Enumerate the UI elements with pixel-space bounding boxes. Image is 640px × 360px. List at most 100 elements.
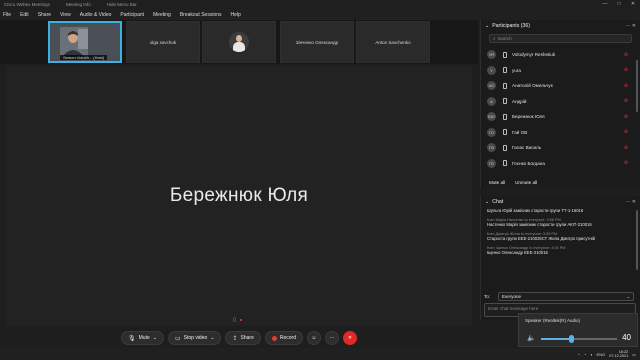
chat-messages: Шульга Юрій замісник старости групи ТТ-1… xyxy=(481,208,640,255)
menu-meeting[interactable]: Meeting xyxy=(153,12,171,18)
muted-mic-icon[interactable]: ⊘ xyxy=(624,83,628,89)
chat-message-text: Староста групи ЕЕЕ-210025СТ Жила Дмитро … xyxy=(487,236,595,241)
phone-icon xyxy=(503,160,507,167)
menu-view[interactable]: View xyxy=(60,12,71,18)
title-tab-meeting-info[interactable]: Meeting Info xyxy=(60,2,101,7)
participant-name: Volodymyr Reshetiuk xyxy=(512,52,556,58)
reactions-button[interactable]: ☺ xyxy=(306,331,321,345)
participants-scrollbar[interactable] xyxy=(636,60,638,112)
avatar: ГО xyxy=(487,127,496,137)
screen-icon: ▯ xyxy=(233,317,236,323)
muted-mic-icon[interactable]: ⊘ xyxy=(624,98,628,104)
participant-thumbnail[interactable]: Зінченко Олександр xyxy=(280,21,354,63)
close-icon[interactable]: ✕ xyxy=(626,0,640,9)
chat-message: Шульга Юрій замісник старости групи ТТ-1… xyxy=(487,208,634,213)
record-button[interactable]: Record xyxy=(264,331,303,345)
muted-mic-icon[interactable]: ⊘ xyxy=(624,67,628,73)
clock[interactable]: 16:22 07.12.2021 xyxy=(609,350,628,359)
audio-device-label[interactable]: Speaker (Realtek(R) Audio) xyxy=(525,318,580,323)
muted-mic-icon[interactable]: ⊘ xyxy=(624,129,628,135)
meeting-controls: 🎙 Mute ⌄ ▭ Stop video ⌄ ⇪ Share Record ☺… xyxy=(0,328,478,348)
menu-audio-video[interactable]: Audio & Video xyxy=(80,12,112,18)
clock-date: 07.12.2021 xyxy=(609,354,629,358)
mute-label: Mute xyxy=(138,335,150,341)
chevron-down-icon[interactable]: ⌄ xyxy=(485,23,489,29)
minimize-icon[interactable]: — xyxy=(598,0,612,9)
speaker-tray-icon[interactable]: ◖ xyxy=(590,352,592,357)
mute-all-button[interactable]: Mute all xyxy=(489,180,505,185)
participants-search-input[interactable]: ⌕ Search xyxy=(489,34,632,43)
chat-header[interactable]: ⌄ Chat ⋯ ✕ xyxy=(481,196,640,208)
mute-button[interactable]: 🎙 Mute ⌄ xyxy=(121,331,164,345)
participant-name: Андрій xyxy=(512,98,527,104)
avatar: VR xyxy=(487,50,496,60)
participant-name: Анатолій Омельчук xyxy=(512,83,553,89)
title-tab-app[interactable]: Cisco Webex Meetings xyxy=(0,2,60,7)
emoji-icon: ☺ xyxy=(311,335,317,341)
phone-icon xyxy=(503,129,507,136)
menu-edit[interactable]: Edit xyxy=(20,12,29,18)
chat-message: from Дмитро Жила to everyone: 3:59 PM Ст… xyxy=(487,232,634,241)
chevron-down-icon[interactable]: ⌄ xyxy=(210,335,214,341)
menu-breakout[interactable]: Breakout Sessions xyxy=(180,12,222,18)
chevron-down-icon: ⌄ xyxy=(626,293,631,299)
list-item[interactable]: БЮ Бережнюк Юля ⊘ xyxy=(487,109,640,125)
participant-thumbnail-name: Зінченко Олександр xyxy=(295,39,339,45)
chat-message-text: Настенко Марія заміснмк старости групи А… xyxy=(487,222,592,227)
list-item[interactable]: ГО Гай ОВ ⊘ xyxy=(487,125,640,141)
list-item[interactable]: АО Анатолій Омельчук ⊘ xyxy=(487,78,640,94)
list-item[interactable]: VR Volodymyr Reshetiuk ⊘ xyxy=(487,47,640,63)
menu-help[interactable]: Help xyxy=(231,12,241,18)
panel-controls[interactable]: ⋯ ✕ xyxy=(625,23,636,29)
self-video-thumbnail[interactable]: Semen Volosh... (Host) xyxy=(48,21,122,63)
chat-recipient-value: Everyone xyxy=(502,293,522,299)
end-meeting-button[interactable]: ✕ xyxy=(342,331,357,345)
list-item[interactable]: ГВ Галас Василь ⊘ xyxy=(487,140,640,156)
volume-slider[interactable] xyxy=(541,335,617,343)
window-controls: — □ ✕ xyxy=(598,0,640,9)
participant-thumbnail[interactable]: olga savchuk xyxy=(126,21,200,63)
muted-mic-icon[interactable]: ⊘ xyxy=(624,160,628,166)
chat-scrollbar[interactable] xyxy=(636,210,638,270)
avatar: ГБ xyxy=(487,158,496,168)
avatar: АО xyxy=(487,81,496,91)
participants-header[interactable]: ⌄ Participants (36) ⋯ ✕ xyxy=(481,20,640,32)
self-name-label: Semen Volosh... (Host) xyxy=(60,55,108,60)
muted-mic-icon[interactable]: ⊘ xyxy=(624,114,628,120)
avatar: А xyxy=(487,96,496,106)
list-item[interactable]: Y yura ⊘ xyxy=(487,63,640,79)
notifications-icon[interactable]: ▭ xyxy=(632,352,636,357)
chevron-down-icon[interactable]: ⌄ xyxy=(153,335,157,341)
phone-icon xyxy=(503,82,507,89)
more-options-button[interactable]: ⋯ xyxy=(324,331,339,345)
list-item[interactable]: А Андрій ⊘ xyxy=(487,94,640,110)
language-indicator[interactable]: ENG xyxy=(597,352,606,357)
maximize-icon[interactable]: □ xyxy=(612,0,626,9)
menu-share[interactable]: Share xyxy=(38,12,51,18)
microphone-icon: 🎙 xyxy=(128,335,136,342)
camera-icon: ▭ xyxy=(174,335,181,342)
share-button[interactable]: ⇪ Share xyxy=(225,331,261,345)
chat-input-placeholder: Enter chat message here xyxy=(488,306,539,311)
title-tab-hide-menu[interactable]: Hide Menu Bar xyxy=(101,2,147,7)
chevron-up-icon[interactable]: ^ xyxy=(578,352,580,357)
muted-mic-icon[interactable]: ⊘ xyxy=(624,52,628,58)
network-icon[interactable]: ◔ xyxy=(584,352,586,357)
menu-file[interactable]: File xyxy=(3,12,11,18)
unmute-all-button[interactable]: Unmute all xyxy=(515,180,537,185)
windows-taskbar: ^ ◔ ◖ ENG 16:22 07.12.2021 ▭ xyxy=(0,348,640,360)
chevron-down-icon[interactable]: ⌄ xyxy=(485,199,489,205)
participant-thumbnail[interactable] xyxy=(202,21,276,63)
chat-to-label: To: xyxy=(484,293,491,299)
panel-controls[interactable]: ⋯ ✕ xyxy=(625,199,636,205)
volume-slider-thumb[interactable] xyxy=(569,335,575,343)
participant-thumbnail[interactable]: Anton Savchenko xyxy=(356,21,430,63)
chat-recipient-select[interactable]: Everyone ⌄ xyxy=(498,291,635,301)
participant-name: Гай ОВ xyxy=(512,129,528,135)
stop-video-button[interactable]: ▭ Stop video ⌄ xyxy=(167,331,222,345)
list-item[interactable]: ГБ Гоєнко Богдана ⊘ xyxy=(487,156,640,172)
speaker-icon[interactable]: 🔈 xyxy=(527,334,536,342)
participants-list: VR Volodymyr Reshetiuk ⊘ Y yura ⊘ АО Ана… xyxy=(481,47,640,171)
menu-participant[interactable]: Participant xyxy=(120,12,144,18)
muted-mic-icon[interactable]: ⊘ xyxy=(624,145,628,151)
